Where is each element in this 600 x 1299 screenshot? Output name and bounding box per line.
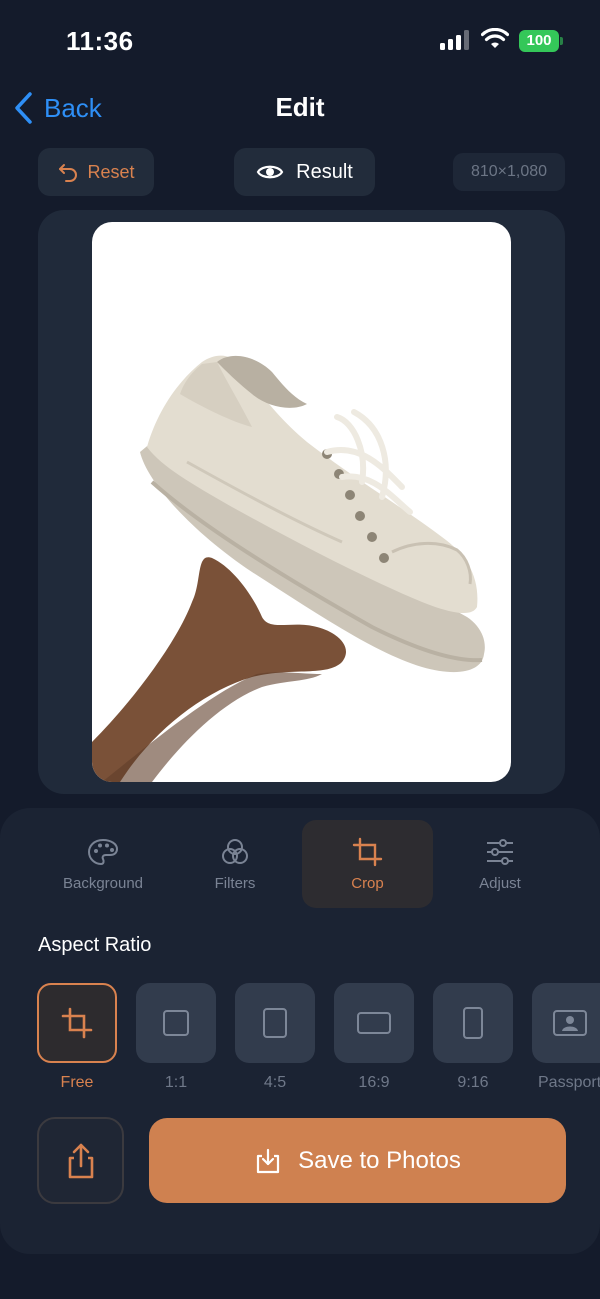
tab-background[interactable]: Background [38, 820, 168, 908]
result-button[interactable]: Result [234, 148, 375, 196]
result-label: Result [296, 160, 353, 183]
undo-icon [59, 164, 78, 182]
ratio-passport-label: Passport [538, 1074, 600, 1091]
tab-adjust[interactable]: Adjust [435, 820, 565, 908]
ratio-passport[interactable] [532, 983, 600, 1063]
preview-image[interactable] [92, 222, 511, 782]
tab-label: Filters [214, 874, 256, 892]
sneaker-photo [92, 355, 485, 782]
battery-level: 100 [519, 30, 559, 52]
ratio-1-1[interactable] [136, 983, 216, 1063]
ratio-free[interactable] [37, 983, 117, 1063]
square-icon [163, 1010, 189, 1036]
tab-label: Adjust [479, 874, 521, 892]
share-icon [68, 1143, 93, 1178]
share-button[interactable] [37, 1117, 124, 1204]
back-button[interactable]: Back [12, 88, 102, 128]
ratio-16-9-label: 16:9 [358, 1074, 390, 1091]
reset-label: Reset [87, 161, 135, 182]
tab-crop[interactable]: Crop [302, 820, 433, 908]
palette-icon [87, 838, 119, 865]
wifi-icon [481, 28, 509, 48]
passport-icon [553, 1010, 587, 1036]
tab-filters[interactable]: Filters [170, 820, 300, 908]
ratio-16-9[interactable] [334, 983, 414, 1063]
reset-button[interactable]: Reset [38, 148, 154, 196]
cellular-signal-icon [440, 30, 469, 50]
crop-icon [352, 837, 382, 866]
aspect-ratio-heading: Aspect Ratio [38, 934, 152, 956]
battery-nub [560, 37, 563, 45]
back-label: Back [44, 92, 102, 123]
ratio-9-16[interactable] [433, 983, 513, 1063]
tall-rect-icon [463, 1007, 483, 1039]
battery-indicator: 100 [519, 30, 563, 52]
save-label: Save to Photos [298, 1146, 461, 1174]
image-dimensions: 810×1,080 [453, 153, 565, 191]
crop-icon [61, 1007, 93, 1039]
tab-label: Crop [351, 874, 384, 892]
ratio-4-5[interactable] [235, 983, 315, 1063]
ratio-1-1-label: 1:1 [164, 1074, 188, 1091]
save-to-photos-button[interactable]: Save to Photos [149, 1118, 566, 1203]
download-icon [257, 1148, 280, 1173]
eye-icon [256, 165, 284, 179]
portrait-rect-icon [263, 1008, 287, 1038]
sliders-icon [487, 838, 513, 865]
chevron-left-icon [15, 92, 32, 124]
status-time: 11:36 [66, 26, 134, 56]
ratio-9-16-label: 9:16 [457, 1074, 489, 1091]
status-bar: 11:36 100 [0, 0, 600, 80]
filters-icon [222, 838, 248, 864]
ratio-free-label: Free [60, 1074, 94, 1091]
tab-label: Background [62, 874, 144, 892]
ratio-4-5-label: 4:5 [263, 1074, 287, 1091]
landscape-rect-icon [357, 1012, 391, 1034]
